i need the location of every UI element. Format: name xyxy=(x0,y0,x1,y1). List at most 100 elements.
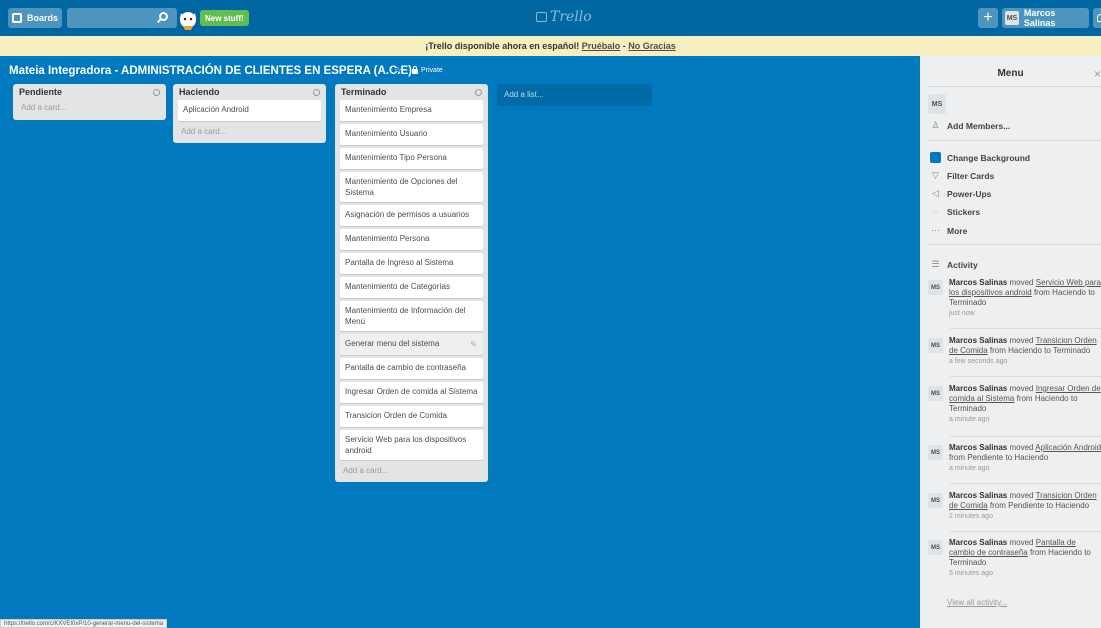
sidebar-item-power-ups[interactable]: ◁ Power-Ups xyxy=(930,188,991,199)
card[interactable]: Transicion Orden de Comida xyxy=(340,406,483,427)
more-icon: ⋯ xyxy=(931,225,940,235)
card[interactable]: Mantenimiento de Información del Menú xyxy=(340,301,483,331)
list-title[interactable]: Pendiente xyxy=(19,87,62,97)
card[interactable]: Aplicación Android xyxy=(178,100,321,121)
avatar: MS xyxy=(928,493,943,508)
activity-heading: ☰ Activity xyxy=(930,259,978,270)
member-avatar: MS xyxy=(928,94,946,114)
pencil-icon[interactable]: ✎ xyxy=(470,339,477,350)
card[interactable]: Asignación de permisos a usuarios xyxy=(340,205,483,226)
activity-user[interactable]: Marcos Salinas xyxy=(949,491,1007,500)
divider xyxy=(950,436,1101,437)
activity-time[interactable]: 2 minutes ago xyxy=(949,511,1101,523)
new-stuff-button[interactable]: New stuff! xyxy=(200,10,249,26)
add-card-button[interactable]: Add a card... xyxy=(18,100,161,116)
try-spanish-link[interactable]: Pruébalo xyxy=(582,41,621,51)
avatar: MS xyxy=(1005,11,1019,25)
card[interactable]: Mantenimiento de Opciones del Sistema xyxy=(340,172,483,202)
activity-title: Activity xyxy=(947,259,978,270)
card[interactable]: Pantalla de Ingreso al Sistema xyxy=(340,253,483,274)
language-banner: ¡Trello disponible ahora en español! Pru… xyxy=(0,36,1101,56)
activity-detail: from Pendiente to Haciendo xyxy=(989,501,1090,510)
activity-time[interactable]: a minute ago xyxy=(949,414,1101,426)
divider xyxy=(928,86,1101,87)
avatar: MS xyxy=(928,386,943,401)
sidebar-item-filter-cards[interactable]: ▽ Filter Cards xyxy=(930,170,994,181)
card[interactable]: Mantenimiento Persona xyxy=(340,229,483,250)
notifications-button[interactable] xyxy=(1093,8,1101,28)
top-header: Boards New stuff! Trello + MS Marcos Sal… xyxy=(0,0,1101,36)
card[interactable]: Mantenimiento Usuario xyxy=(340,124,483,145)
add-list-button[interactable]: Add a list... xyxy=(497,84,652,106)
boards-icon xyxy=(12,13,22,23)
browser-status-url: https://trello.com/c/KXVEI0xP/10-generar… xyxy=(0,619,168,628)
card[interactable]: Mantenimiento de Categorías xyxy=(340,277,483,298)
card[interactable]: Mantenimiento Empresa xyxy=(340,100,483,121)
list-menu-icon[interactable] xyxy=(153,88,160,96)
card[interactable]: Ingresar Orden de comida al Sistema xyxy=(340,382,483,403)
list-header[interactable]: Pendiente xyxy=(18,84,161,100)
trello-logo-icon xyxy=(536,12,547,22)
banner-text: ¡Trello disponible ahora en español! xyxy=(425,41,580,51)
list-menu-icon[interactable] xyxy=(313,88,320,96)
sidebar-item-more[interactable]: ⋯ More xyxy=(930,225,967,236)
divider xyxy=(950,483,1101,484)
activity-user[interactable]: Marcos Salinas xyxy=(949,336,1007,345)
card[interactable]: Mantenimiento Tipo Persona xyxy=(340,148,483,169)
sidebar-item-label: Power-Ups xyxy=(947,188,992,199)
trello-logo-text: Trello xyxy=(550,9,592,25)
activity-user[interactable]: Marcos Salinas xyxy=(949,538,1007,547)
activity-time[interactable]: a few seconds ago xyxy=(949,356,1101,368)
avatar: MS xyxy=(928,280,943,295)
divider xyxy=(950,376,1101,377)
trello-logo[interactable]: Trello xyxy=(536,9,592,25)
activity-time[interactable]: 5 minutes ago xyxy=(949,568,1101,580)
visibility-label: Private xyxy=(421,67,443,74)
list-header[interactable]: Haciendo xyxy=(178,84,321,100)
activity-item: MS Marcos Salinas moved Ingresar Orden d… xyxy=(928,384,1101,426)
sidebar-item-change-background[interactable]: Change Background xyxy=(930,152,1030,163)
boards-button[interactable]: Boards xyxy=(8,8,62,28)
list-header[interactable]: Terminado xyxy=(340,84,483,100)
add-card-button[interactable]: Add a card... xyxy=(178,124,321,140)
search-icon[interactable] xyxy=(159,12,168,21)
add-card-button[interactable]: Add a card... xyxy=(340,463,483,479)
list-title[interactable]: Haciendo xyxy=(179,87,220,97)
activity-icon: ☰ xyxy=(931,259,940,269)
activity-verb: moved xyxy=(1009,443,1034,452)
list-menu-icon[interactable] xyxy=(475,88,482,96)
activity-time[interactable]: just now xyxy=(949,308,1101,320)
card-hovered[interactable]: Generar menu del sistema ✎ xyxy=(340,334,483,355)
activity-verb: moved xyxy=(1009,336,1034,345)
lock-icon xyxy=(412,66,418,74)
card-title: Generar menu del sistema xyxy=(345,339,440,348)
bell-icon xyxy=(1097,14,1101,22)
activity-item: MS Marcos Salinas moved Aplicación Andro… xyxy=(928,443,1101,475)
card[interactable]: Pantalla de cambio de contraseña xyxy=(340,358,483,379)
activity-user[interactable]: Marcos Salinas xyxy=(949,384,1007,393)
list-haciendo: Haciendo Aplicación Android Add a card..… xyxy=(173,84,326,143)
add-members-button[interactable]: ♙ Add Members... xyxy=(930,120,1010,131)
sidebar-item-stickers[interactable]: ◌ Stickers xyxy=(930,207,980,217)
activity-item: MS Marcos Salinas moved Pantalla de camb… xyxy=(928,538,1101,580)
view-all-activity-link[interactable]: View all activity... xyxy=(947,598,1007,607)
create-button[interactable]: + xyxy=(978,8,998,28)
taco-mascot-icon[interactable] xyxy=(177,7,199,31)
filter-icon: ▽ xyxy=(932,170,939,180)
board-title[interactable]: Mateia Integradora - ADMINISTRACIÓN DE C… xyxy=(9,65,412,77)
list-title[interactable]: Terminado xyxy=(341,87,386,97)
activity-user[interactable]: Marcos Salinas xyxy=(949,443,1007,452)
activity-detail: from Pendiente to Haciendo xyxy=(949,453,1049,462)
user-menu-button[interactable]: MS Marcos Salinas xyxy=(1002,8,1089,28)
close-icon[interactable]: × xyxy=(1094,67,1101,81)
card[interactable]: Servicio Web para los dispositivos andro… xyxy=(340,430,483,460)
activity-card-link[interactable]: Aplicación Android xyxy=(1035,443,1101,452)
activity-user[interactable]: Marcos Salinas xyxy=(949,278,1007,287)
dismiss-banner-link[interactable]: No Gracias xyxy=(628,41,676,51)
board-member[interactable]: MS xyxy=(928,94,946,114)
activity-time[interactable]: a minute ago xyxy=(949,463,1101,475)
avatar: MS xyxy=(928,540,943,555)
visibility-button[interactable]: Private xyxy=(412,66,443,74)
star-icon[interactable]: ☆ xyxy=(394,65,402,76)
activity-verb: moved xyxy=(1009,384,1034,393)
